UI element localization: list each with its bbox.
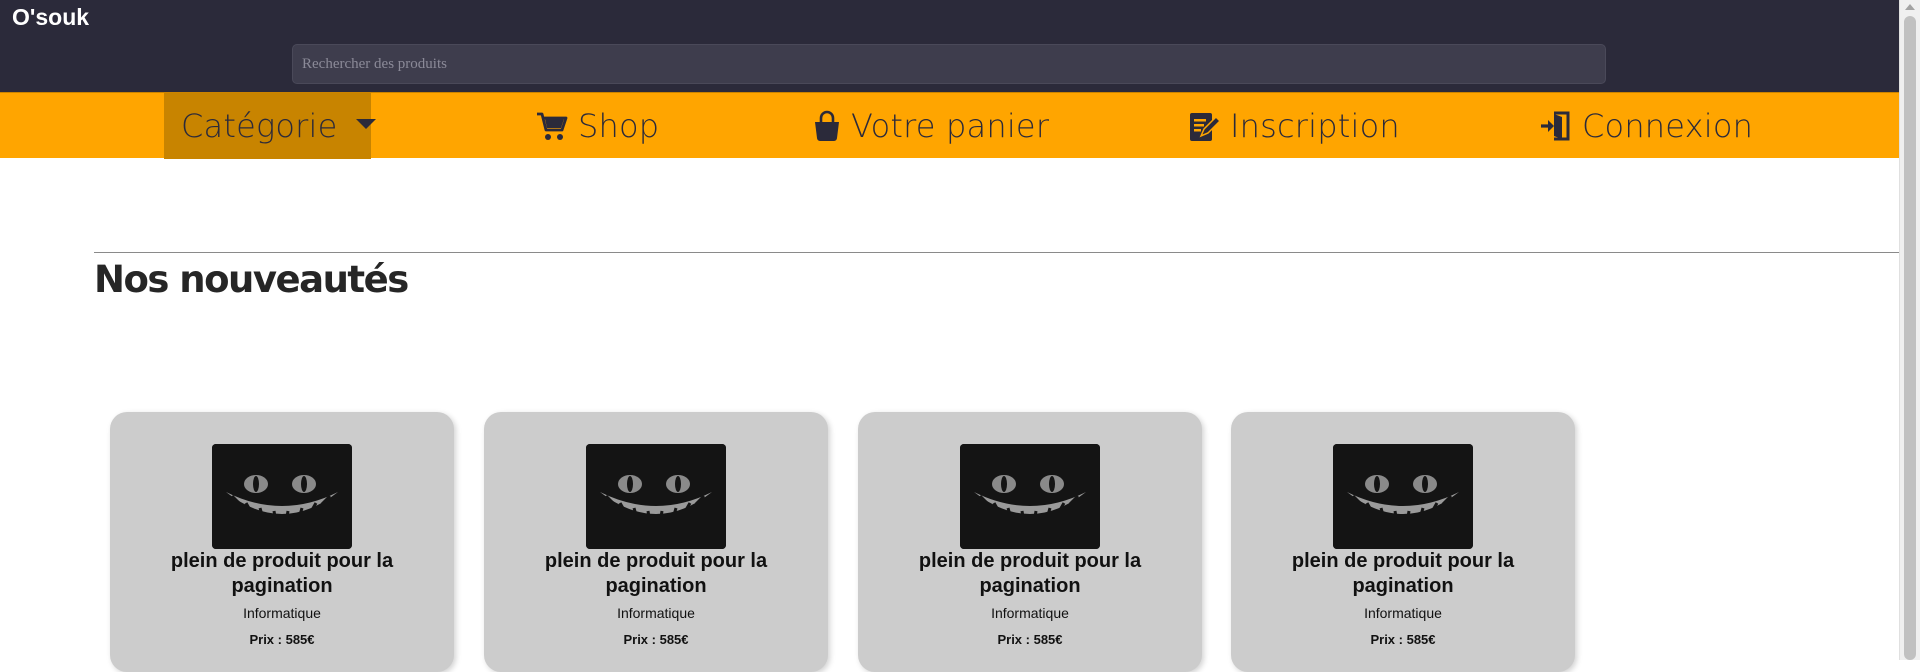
- product-card[interactable]: plein de produit pour la pagination Info…: [858, 412, 1202, 672]
- section-title: Nos nouveautés: [94, 258, 409, 301]
- product-price: Prix : 585€: [997, 632, 1063, 647]
- nav-cart-link[interactable]: Votre panier: [813, 93, 1049, 159]
- sign-in-icon: [1540, 110, 1572, 142]
- shopping-bag-icon: [813, 110, 841, 142]
- site-logo[interactable]: O'souk: [12, 4, 89, 31]
- product-card[interactable]: plein de produit pour la pagination Info…: [1231, 412, 1575, 672]
- nav-signup-link[interactable]: Inscription: [1188, 93, 1400, 159]
- search-input[interactable]: [292, 44, 1606, 84]
- product-price: Prix : 585€: [1370, 632, 1436, 647]
- product-category: Informatique: [1364, 605, 1442, 621]
- product-name[interactable]: plein de produit pour la pagination: [1241, 549, 1565, 599]
- product-name[interactable]: plein de produit pour la pagination: [868, 549, 1192, 599]
- shopping-cart-icon: [536, 110, 568, 142]
- nav-login-label: Connexion: [1582, 107, 1754, 145]
- product-name[interactable]: plein de produit pour la pagination: [494, 549, 818, 599]
- nav-login-link[interactable]: Connexion: [1540, 93, 1753, 159]
- main-nav: Catégorie Shop Votre panier Inscription …: [0, 92, 1899, 159]
- product-image[interactable]: [1333, 444, 1473, 549]
- nav-category-dropdown[interactable]: Catégorie: [164, 93, 376, 159]
- product-image[interactable]: [212, 444, 352, 549]
- product-card[interactable]: plein de produit pour la pagination Info…: [484, 412, 828, 672]
- top-header: O'souk: [0, 0, 1899, 92]
- nav-shop-link[interactable]: Shop: [536, 93, 659, 159]
- nav-category-label: Catégorie: [181, 107, 338, 145]
- product-category: Informatique: [243, 605, 321, 621]
- product-price: Prix : 585€: [249, 632, 315, 647]
- product-category: Informatique: [617, 605, 695, 621]
- nav-cart-label: Votre panier: [851, 107, 1050, 145]
- product-price: Prix : 585€: [623, 632, 689, 647]
- scrollbar-thumb[interactable]: [1904, 16, 1916, 660]
- product-image[interactable]: [960, 444, 1100, 549]
- section-divider: [94, 252, 1899, 253]
- vertical-scrollbar[interactable]: [1899, 0, 1920, 660]
- product-category: Informatique: [991, 605, 1069, 621]
- nav-shop-label: Shop: [578, 107, 660, 145]
- nav-signup-label: Inscription: [1230, 107, 1400, 145]
- edit-form-icon: [1188, 109, 1220, 143]
- caret-down-icon: [355, 119, 376, 129]
- product-image[interactable]: [586, 444, 726, 549]
- product-name[interactable]: plein de produit pour la pagination: [120, 549, 444, 599]
- product-card[interactable]: plein de produit pour la pagination Info…: [110, 412, 454, 672]
- scroll-up-arrow-icon[interactable]: [1905, 4, 1915, 10]
